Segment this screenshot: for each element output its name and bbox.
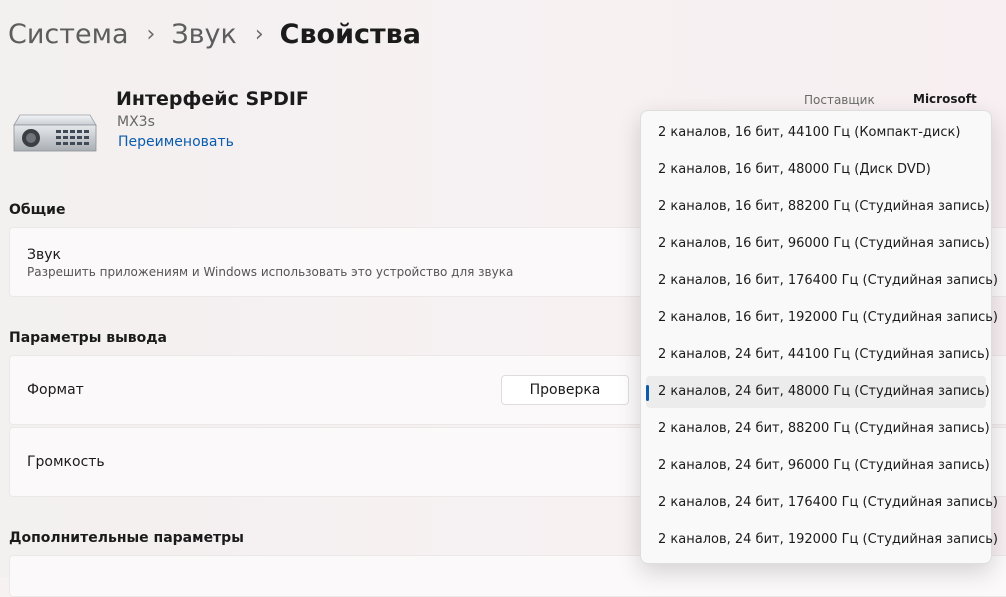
format-option[interactable]: 2 каналов, 16 бит, 48000 Гц (Диск DVD) <box>646 154 986 186</box>
format-option-label: 2 каналов, 16 бит, 48000 Гц (Диск DVD) <box>658 162 931 177</box>
test-button[interactable]: Проверка <box>501 375 629 405</box>
sound-device-icon <box>13 114 97 152</box>
chevron-right-icon: › <box>146 21 156 47</box>
format-label: Формат <box>27 382 84 398</box>
breadcrumb-sound[interactable]: Звук <box>171 19 237 50</box>
device-model: MX3s <box>117 114 155 130</box>
rename-link[interactable]: Переименовать <box>118 134 234 150</box>
vendor-value: Microsoft <box>913 92 977 106</box>
format-option[interactable]: 2 каналов, 24 бит, 44100 Гц (Студийная з… <box>646 339 990 371</box>
format-option-label: 2 каналов, 16 бит, 192000 Гц (Студийная … <box>658 310 998 325</box>
volume-label: Громкость <box>27 454 105 470</box>
section-general: Общие <box>9 202 66 218</box>
format-option[interactable]: 2 каналов, 24 бит, 96000 Гц (Студийная з… <box>646 450 990 482</box>
section-output: Параметры вывода <box>9 330 167 346</box>
format-option[interactable]: 2 каналов, 24 бит, 192000 Гц (Студийная … <box>646 524 998 556</box>
format-option-label: 2 каналов, 24 бит, 44100 Гц (Студийная з… <box>658 347 990 362</box>
format-option-label: 2 каналов, 24 бит, 176400 Гц (Студийная … <box>658 495 998 510</box>
format-option[interactable]: 2 каналов, 16 бит, 44100 Гц (Компакт-дис… <box>646 117 986 149</box>
chevron-right-icon: › <box>254 21 264 47</box>
format-option[interactable]: 2 каналов, 16 бит, 88200 Гц (Студийная з… <box>646 191 990 223</box>
format-option-label: 2 каналов, 16 бит, 44100 Гц (Компакт-дис… <box>658 125 961 140</box>
format-option[interactable]: 2 каналов, 16 бит, 176400 Гц (Студийная … <box>646 265 998 297</box>
device-name: Интерфейс SPDIF <box>116 88 309 110</box>
format-option-label: 2 каналов, 24 бит, 48000 Гц (Студийная з… <box>658 384 990 399</box>
audio-allow-description: Разрешить приложениям и Windows использо… <box>27 265 514 279</box>
format-option[interactable]: 2 каналов, 24 бит, 176400 Гц (Студийная … <box>646 487 998 519</box>
format-option[interactable]: 2 каналов, 24 бит, 88200 Гц (Студийная з… <box>646 413 990 445</box>
format-option-label: 2 каналов, 24 бит, 96000 Гц (Студийная з… <box>658 458 990 473</box>
selection-indicator <box>646 385 649 401</box>
page-title: Свойства <box>279 18 421 50</box>
breadcrumb-system[interactable]: Система <box>8 19 129 50</box>
breadcrumb: Система › Звук › Свойства <box>8 14 421 54</box>
vendor-label: Поставщик <box>804 93 875 107</box>
format-option[interactable]: 2 каналов, 16 бит, 96000 Гц (Студийная з… <box>646 228 990 260</box>
format-option-selected[interactable]: 2 каналов, 24 бит, 48000 Гц (Студийная з… <box>646 376 990 408</box>
format-option-label: 2 каналов, 16 бит, 88200 Гц (Студийная з… <box>658 199 990 214</box>
format-dropdown-list: 2 каналов, 16 бит, 44100 Гц (Компакт-дис… <box>640 110 998 564</box>
audio-allow-title: Звук <box>27 247 61 263</box>
format-option-label: 2 каналов, 24 бит, 192000 Гц (Студийная … <box>658 532 998 547</box>
format-option-label: 2 каналов, 16 бит, 176400 Гц (Студийная … <box>658 273 998 288</box>
section-advanced: Дополнительные параметры <box>9 530 244 546</box>
format-option-label: 2 каналов, 24 бит, 88200 Гц (Студийная з… <box>658 421 990 436</box>
format-option[interactable]: 2 каналов, 16 бит, 192000 Гц (Студийная … <box>646 302 998 334</box>
format-option-label: 2 каналов, 16 бит, 96000 Гц (Студийная з… <box>658 236 990 251</box>
